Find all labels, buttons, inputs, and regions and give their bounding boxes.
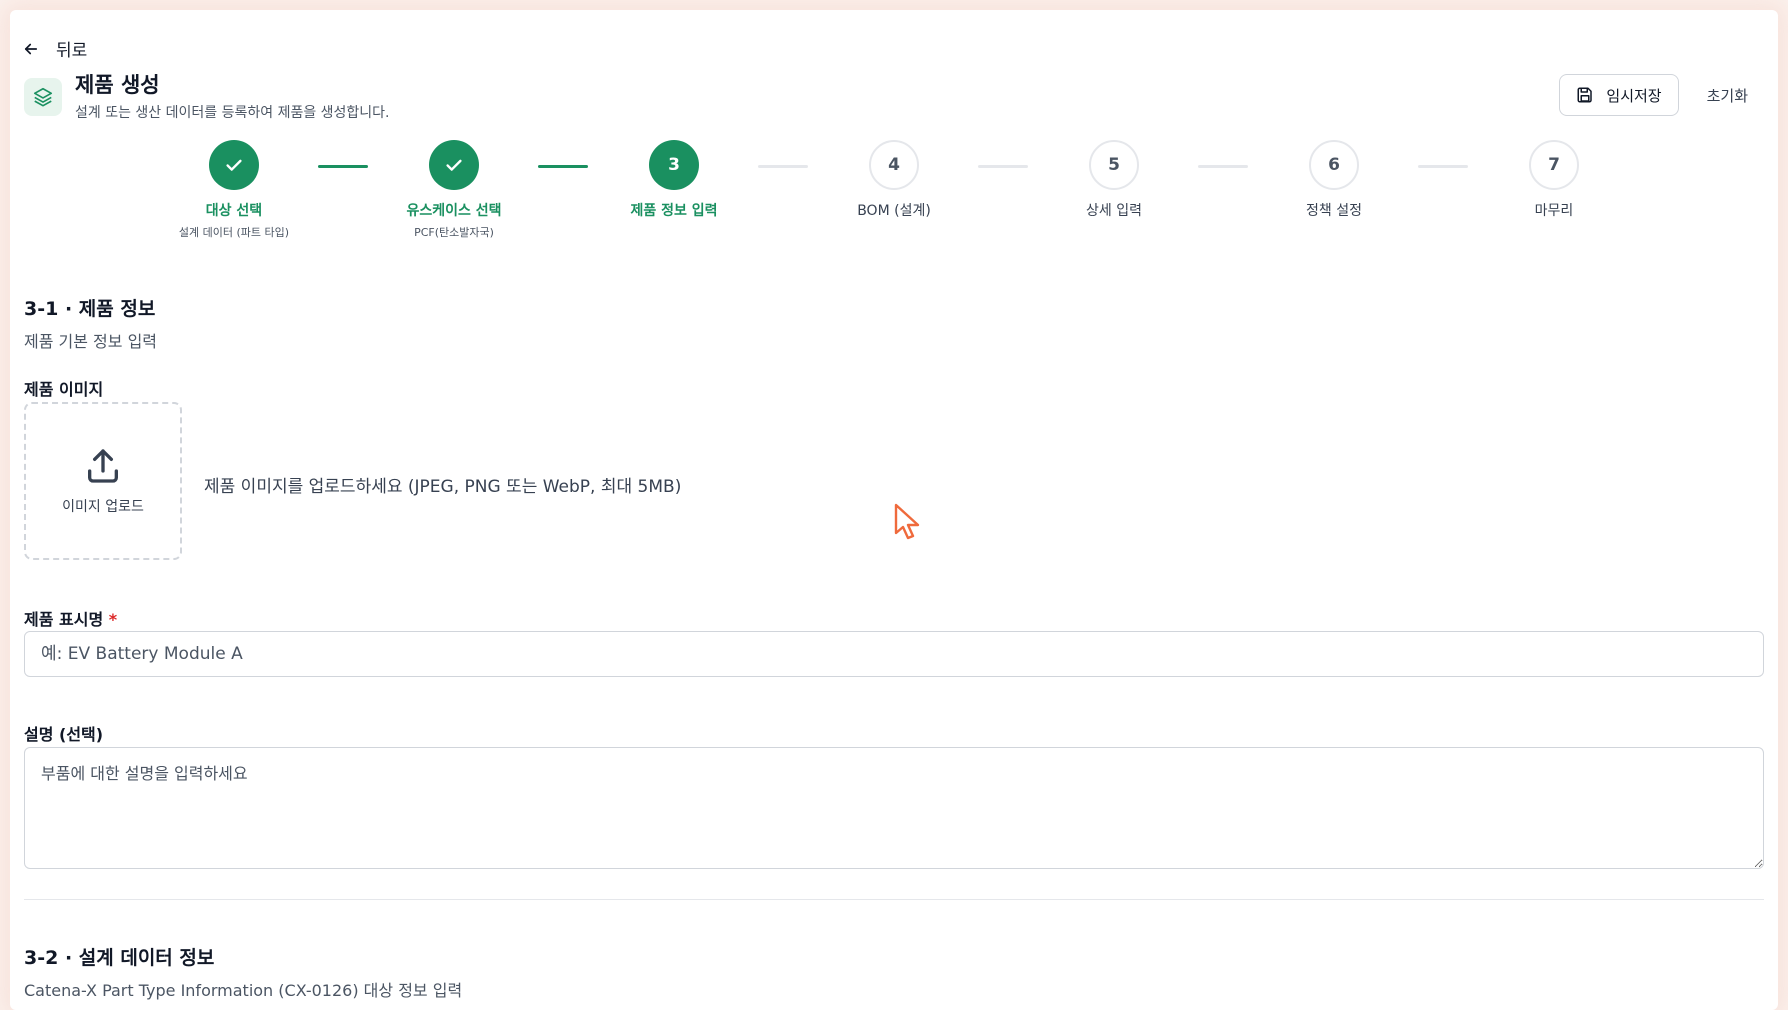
step-label: 마무리 [1534, 203, 1574, 219]
stepper: 대상 선택 설계 데이터 (파트 타입) 유스케이스 선택 PCF(탄소발자국)… [10, 140, 1778, 250]
check-icon [226, 159, 242, 171]
step-circle [209, 140, 259, 190]
product-image-label: 제품 이미지 [24, 380, 104, 399]
section-title-design-data: 3-2 · 설계 데이터 정보 [24, 947, 215, 969]
reset-button[interactable]: 초기화 [1703, 79, 1752, 112]
description-label: 설명 (선택) [24, 725, 104, 744]
step-usecase-select[interactable]: 유스케이스 선택 PCF(탄소발자국) [354, 140, 554, 240]
step-circle: 3 [649, 140, 699, 190]
section-divider [24, 899, 1764, 900]
back-label: 뒤로 [56, 41, 88, 61]
step-label: 제품 정보 입력 [630, 203, 718, 219]
upload-hint: 제품 이미지를 업로드하세요 (JPEG, PNG 또는 WebP, 최대 5M… [204, 477, 682, 497]
upload-icon [88, 449, 119, 483]
product-name-input[interactable] [24, 631, 1764, 677]
step-circle: 5 [1089, 140, 1139, 190]
product-name-label-text: 제품 표시명 [24, 610, 104, 629]
image-upload-dropzone[interactable]: 이미지 업로드 [24, 402, 182, 560]
required-mark: * [108, 610, 118, 629]
step-label: 유스케이스 선택 [406, 203, 502, 219]
step-bom[interactable]: 4 BOM (설계) [794, 140, 994, 220]
description-textarea[interactable] [24, 747, 1764, 869]
step-policy-settings[interactable]: 6 정책 설정 [1234, 140, 1434, 220]
section-subtitle-product-info: 제품 기본 정보 입력 [24, 332, 158, 351]
page-header: 제품 생성 설계 또는 생산 데이터를 등록하여 제품을 생성합니다. [24, 72, 390, 122]
save-draft-label: 임시저장 [1606, 86, 1662, 105]
save-draft-button[interactable]: 임시저장 [1559, 74, 1679, 116]
save-icon [1577, 87, 1593, 103]
step-circle: 6 [1309, 140, 1359, 190]
arrow-left-icon [24, 43, 38, 54]
header-actions: 임시저장 초기화 [1559, 74, 1752, 116]
step-detail-input[interactable]: 5 상세 입력 [1014, 140, 1214, 220]
header-logo [24, 78, 62, 116]
step-product-info[interactable]: 3 제품 정보 입력 [574, 140, 774, 220]
step-label: 정책 설정 [1306, 203, 1362, 219]
section-subtitle-design-data: Catena-X Part Type Information (CX-0126)… [24, 981, 463, 1000]
step-circle [429, 140, 479, 190]
section-title-product-info: 3-1 · 제품 정보 [24, 298, 156, 320]
mouse-cursor-icon [894, 503, 920, 540]
page-title: 제품 생성 [75, 73, 160, 97]
step-label: BOM (설계) [857, 203, 931, 219]
check-icon [446, 159, 462, 171]
step-sub: 설계 데이터 (파트 타입) [178, 226, 290, 239]
step-label: 상세 입력 [1086, 203, 1142, 219]
step-circle: 4 [869, 140, 919, 190]
upload-label: 이미지 업로드 [62, 499, 144, 515]
step-target-select[interactable]: 대상 선택 설계 데이터 (파트 타입) [134, 140, 334, 240]
step-label: 대상 선택 [205, 203, 263, 219]
layers-icon [33, 87, 53, 107]
step-finish[interactable]: 7 마무리 [1454, 140, 1654, 220]
step-sub: PCF(탄소발자국) [414, 226, 494, 239]
page-frame: 뒤로 제품 생성 설계 또는 생산 데이터를 등록하여 제품을 생성합니다. 임… [10, 10, 1778, 1010]
back-button[interactable]: 뒤로 [22, 36, 87, 61]
page-subtitle: 설계 또는 생산 데이터를 등록하여 제품을 생성합니다. [75, 105, 390, 121]
step-circle: 7 [1529, 140, 1579, 190]
product-name-label: 제품 표시명 * [24, 606, 117, 630]
